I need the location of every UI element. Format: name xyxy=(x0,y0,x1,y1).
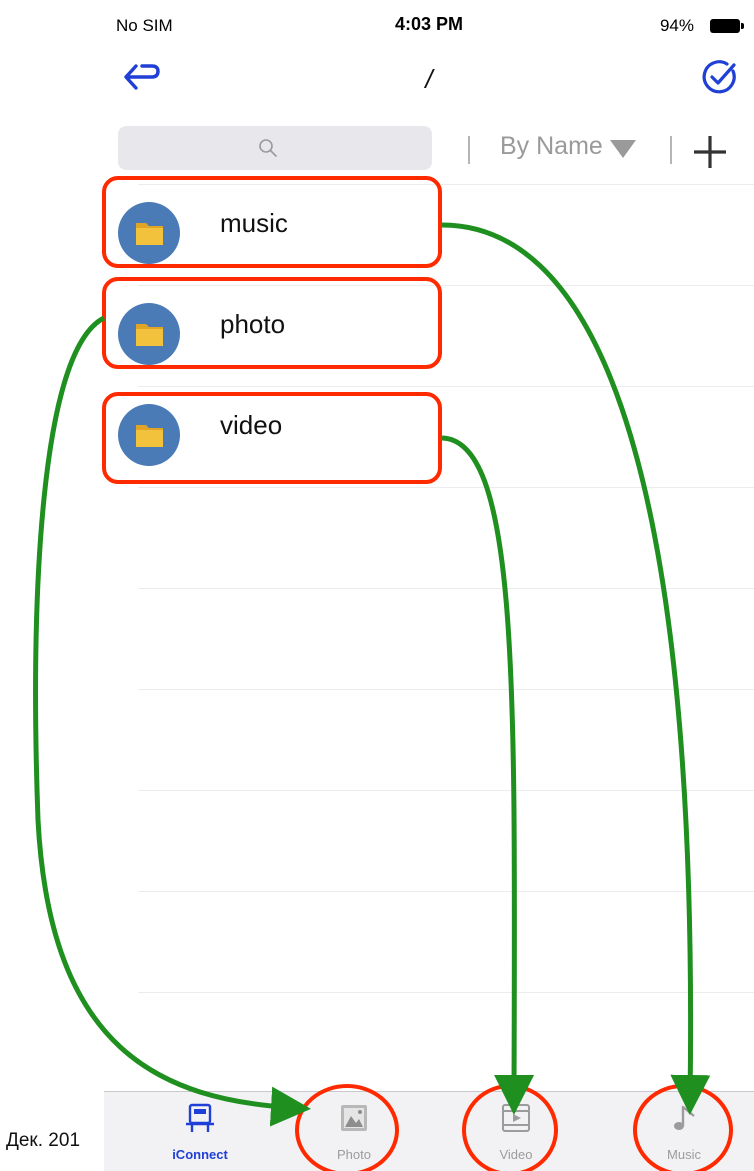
music-note-icon xyxy=(668,1102,700,1134)
row-separator xyxy=(138,891,754,892)
row-separator xyxy=(138,184,754,185)
plus-icon[interactable] xyxy=(690,132,730,172)
search-input[interactable] xyxy=(118,126,432,170)
film-icon xyxy=(500,1102,532,1134)
row-separator xyxy=(138,386,754,387)
sort-dropdown-icon[interactable] xyxy=(610,140,636,158)
folder-name: photo xyxy=(220,309,286,339)
phone-screen: No SIM 4:03 PM 94% / By Name music photo… xyxy=(104,0,754,1171)
tab-label: Music xyxy=(667,1147,701,1162)
tab-bar: iConnect Photo Video Music xyxy=(104,1091,754,1171)
row-separator xyxy=(138,487,754,488)
row-separator xyxy=(138,689,754,690)
row-separator xyxy=(138,992,754,993)
photo-icon xyxy=(338,1102,370,1134)
path-title: / xyxy=(425,64,433,94)
toolbar-divider xyxy=(468,136,470,164)
tab-photo[interactable]: Photo xyxy=(294,1092,414,1171)
tab-label: iConnect xyxy=(172,1147,228,1162)
row-separator xyxy=(138,790,754,791)
sort-by-button[interactable]: By Name xyxy=(500,132,603,161)
folder-name: music xyxy=(220,208,288,238)
folder-icon xyxy=(118,202,180,264)
battery-percent: 94% xyxy=(659,16,694,35)
folder-icon xyxy=(118,303,180,365)
tab-iconnect[interactable]: iConnect xyxy=(140,1092,260,1171)
status-bar: No SIM 4:03 PM 94% xyxy=(104,0,754,52)
folder-name: video xyxy=(220,410,283,440)
tab-music[interactable]: Music xyxy=(624,1092,744,1171)
battery-icon xyxy=(710,19,744,33)
tab-label: Video xyxy=(499,1147,533,1162)
toolbar-divider xyxy=(670,136,672,164)
checkmark-circle-icon[interactable] xyxy=(700,57,740,97)
file-toolbar: By Name xyxy=(104,108,754,178)
device-icon xyxy=(184,1102,216,1134)
folder-row-photo[interactable]: photo xyxy=(104,279,754,380)
row-separator xyxy=(138,285,754,286)
search-icon xyxy=(258,138,278,158)
tab-video[interactable]: Video xyxy=(456,1092,576,1171)
folder-row-music[interactable]: music xyxy=(104,178,754,279)
tab-label: Photo xyxy=(337,1147,371,1162)
row-separator xyxy=(138,588,754,589)
folder-row-video[interactable]: video xyxy=(104,380,754,481)
clock-label: 4:03 PM xyxy=(394,14,464,34)
folder-icon xyxy=(118,404,180,466)
caption-text: Дек. 201 xyxy=(6,1130,81,1151)
nav-bar: / xyxy=(104,52,754,108)
